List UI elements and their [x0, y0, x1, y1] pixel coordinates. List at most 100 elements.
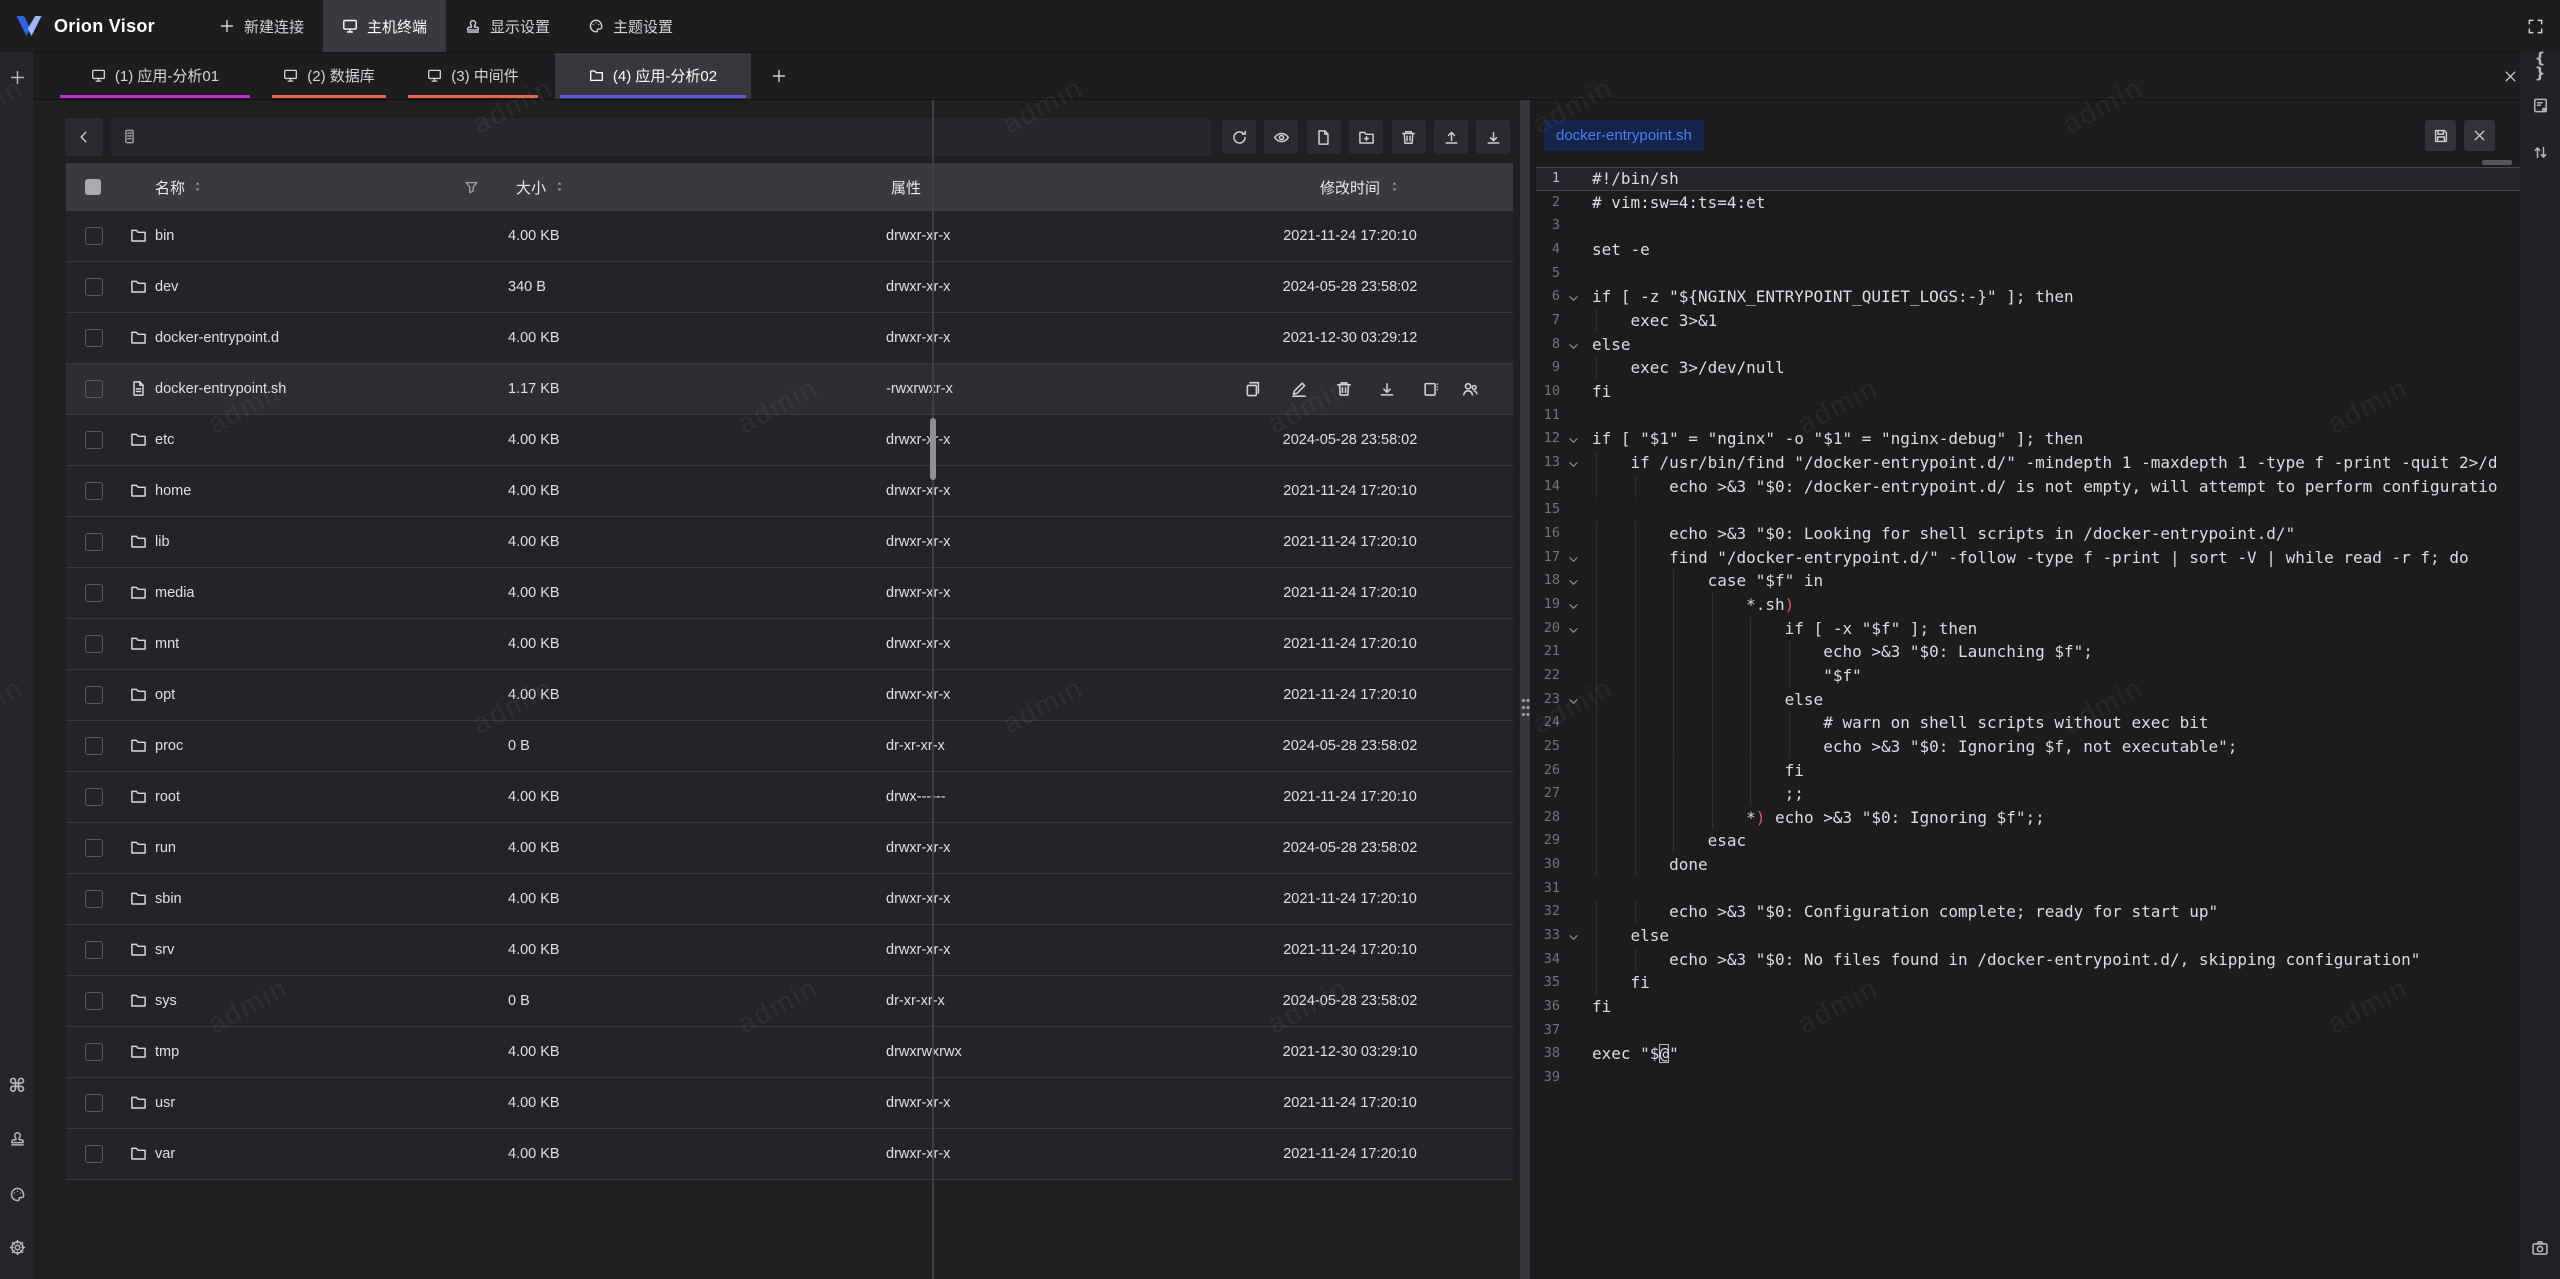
download-button[interactable]: [1476, 120, 1510, 154]
table-row[interactable]: srv4.00 KBdrwxr-xr-x2021-11-24 17:20:10: [66, 925, 1513, 976]
file-name[interactable]: srv: [155, 925, 174, 975]
table-row[interactable]: etc4.00 KBdrwxr-xr-x2024-05-28 23:58:02: [66, 415, 1513, 466]
table-row[interactable]: tmp4.00 KBdrwxrwxrwx2021-12-30 03:29:10: [66, 1027, 1513, 1078]
row-checkbox[interactable]: [85, 1094, 103, 1112]
select-all-checkbox[interactable]: [85, 179, 101, 195]
tab-middleware[interactable]: (3) 中间件: [403, 52, 543, 99]
display-settings-button[interactable]: [4, 1125, 30, 1151]
file-name[interactable]: lib: [155, 517, 170, 567]
file-name[interactable]: dev: [155, 262, 178, 312]
fold-chevron-icon[interactable]: [1567, 338, 1580, 357]
row-checkbox[interactable]: [85, 533, 103, 551]
upload-button[interactable]: [1434, 120, 1468, 154]
sort-mtime-button[interactable]: [1388, 180, 1401, 193]
permission-button[interactable]: [1457, 376, 1483, 402]
move-button[interactable]: [1418, 376, 1444, 402]
row-checkbox[interactable]: [85, 992, 103, 1010]
code-text[interactable]: esac: [1592, 829, 1746, 853]
screenshot-button[interactable]: [2527, 1235, 2553, 1261]
table-row[interactable]: home4.00 KBdrwxr-xr-x2021-11-24 17:20:10: [66, 466, 1513, 517]
fold-chevron-icon[interactable]: [1567, 598, 1580, 617]
fold-chevron-icon[interactable]: [1567, 432, 1580, 451]
file-name[interactable]: usr: [155, 1078, 175, 1128]
file-name[interactable]: media: [155, 568, 195, 618]
nav-item-host-terminal[interactable]: 主机终端: [323, 0, 446, 52]
row-checkbox[interactable]: [85, 431, 103, 449]
settings-button[interactable]: [4, 1234, 30, 1260]
file-name[interactable]: run: [155, 823, 176, 873]
row-checkbox[interactable]: [85, 635, 103, 653]
row-checkbox[interactable]: [85, 1145, 103, 1163]
file-name[interactable]: proc: [155, 721, 183, 771]
code-text[interactable]: exec "$@": [1592, 1042, 1679, 1066]
row-checkbox[interactable]: [85, 380, 103, 398]
sort-updown-button[interactable]: [2527, 139, 2553, 165]
code-text[interactable]: if [ -x "$f" ]; then: [1592, 617, 1977, 641]
braces-button[interactable]: { }: [2527, 53, 2553, 79]
row-checkbox[interactable]: [85, 788, 103, 806]
code-text[interactable]: if [ -z "${NGINX_ENTRYPOINT_QUIET_LOGS:-…: [1592, 285, 2074, 309]
code-text[interactable]: done: [1592, 853, 1708, 877]
table-row[interactable]: usr4.00 KBdrwxr-xr-x2021-11-24 17:20:10: [66, 1078, 1513, 1129]
code-text[interactable]: *.sh): [1592, 593, 1794, 617]
fold-chevron-icon[interactable]: [1567, 456, 1580, 475]
code-text[interactable]: else: [1592, 924, 1669, 948]
code-text[interactable]: echo >&3 "$0: Looking for shell scripts …: [1592, 522, 2295, 546]
table-row[interactable]: opt4.00 KBdrwxr-xr-x2021-11-24 17:20:10: [66, 670, 1513, 721]
column-size[interactable]: 大小: [516, 163, 546, 211]
fold-chevron-icon[interactable]: [1567, 693, 1580, 712]
code-text[interactable]: exec 3>&1: [1592, 309, 1717, 333]
table-row[interactable]: media4.00 KBdrwxr-xr-x2021-11-24 17:20:1…: [66, 568, 1513, 619]
file-name[interactable]: etc: [155, 415, 174, 465]
table-row[interactable]: lib4.00 KBdrwxr-xr-x2021-11-24 17:20:10: [66, 517, 1513, 568]
table-row[interactable]: bin4.00 KBdrwxr-xr-x2021-11-24 17:20:10: [66, 211, 1513, 262]
tab-app-analysis-02[interactable]: (4) 应用-分析02: [555, 52, 751, 99]
nav-item-theme-settings[interactable]: 主题设置: [569, 0, 692, 52]
editor-scrollbar-thumb[interactable]: [2482, 160, 2512, 165]
table-row[interactable]: sbin4.00 KBdrwxr-xr-x2021-11-24 17:20:10: [66, 874, 1513, 925]
fold-chevron-icon[interactable]: [1567, 929, 1580, 948]
theme-settings-button[interactable]: [4, 1181, 30, 1207]
row-checkbox[interactable]: [85, 1043, 103, 1061]
table-row[interactable]: docker-entrypoint.sh1.17 KB-rwxrwxr-x: [66, 364, 1513, 415]
code-text[interactable]: *) echo >&3 "$0: Ignoring $f";;: [1592, 806, 2045, 830]
refresh-button[interactable]: [1222, 120, 1256, 154]
fold-chevron-icon[interactable]: [1567, 574, 1580, 593]
nav-item-new-connection[interactable]: 新建连接: [200, 0, 323, 52]
code-text[interactable]: "$f": [1592, 664, 1862, 688]
file-name[interactable]: sys: [155, 976, 177, 1026]
code-text[interactable]: if /usr/bin/find "/docker-entrypoint.d/"…: [1592, 451, 2497, 475]
file-name[interactable]: sbin: [155, 874, 182, 924]
table-row[interactable]: dev340 Bdrwxr-xr-x2024-05-28 23:58:02: [66, 262, 1513, 313]
new-tab-button[interactable]: [4, 64, 30, 90]
row-checkbox[interactable]: [85, 737, 103, 755]
column-mtime[interactable]: 修改时间: [1320, 163, 1380, 211]
command-shortcuts-button[interactable]: ⌘: [4, 1073, 30, 1099]
table-row[interactable]: run4.00 KBdrwxr-xr-x2024-05-28 23:58:02: [66, 823, 1513, 874]
code-text[interactable]: fi: [1592, 971, 1650, 995]
panel-split-handle[interactable]: [1520, 99, 1530, 1279]
row-checkbox[interactable]: [85, 941, 103, 959]
file-name[interactable]: tmp: [155, 1027, 179, 1077]
table-row[interactable]: sys0 Bdr-xr-xr-x2024-05-28 23:58:02: [66, 976, 1513, 1027]
delete-button[interactable]: [1392, 120, 1426, 154]
file-name[interactable]: docker-entrypoint.d: [155, 313, 279, 363]
row-checkbox[interactable]: [85, 482, 103, 500]
preview-button[interactable]: [1264, 120, 1298, 154]
tab-app-analysis-01[interactable]: (1) 应用-分析01: [55, 52, 255, 99]
table-row[interactable]: proc0 Bdr-xr-xr-x2024-05-28 23:58:02: [66, 721, 1513, 772]
file-name[interactable]: bin: [155, 211, 174, 261]
fold-chevron-icon[interactable]: [1567, 290, 1580, 309]
row-checkbox[interactable]: [85, 686, 103, 704]
code-text[interactable]: else: [1592, 333, 1631, 357]
file-name[interactable]: home: [155, 466, 191, 516]
code-text[interactable]: else: [1592, 688, 1823, 712]
fold-chevron-icon[interactable]: [1567, 551, 1580, 570]
code-text[interactable]: fi: [1592, 995, 1611, 1019]
code-text[interactable]: #!/bin/sh: [1592, 167, 1679, 191]
table-scrollbar-thumb[interactable]: [930, 418, 936, 480]
code-text[interactable]: echo >&3 "$0: No files found in /docker-…: [1592, 948, 2420, 972]
row-checkbox[interactable]: [85, 227, 103, 245]
file-name[interactable]: var: [155, 1129, 175, 1179]
file-name[interactable]: docker-entrypoint.sh: [155, 364, 286, 414]
